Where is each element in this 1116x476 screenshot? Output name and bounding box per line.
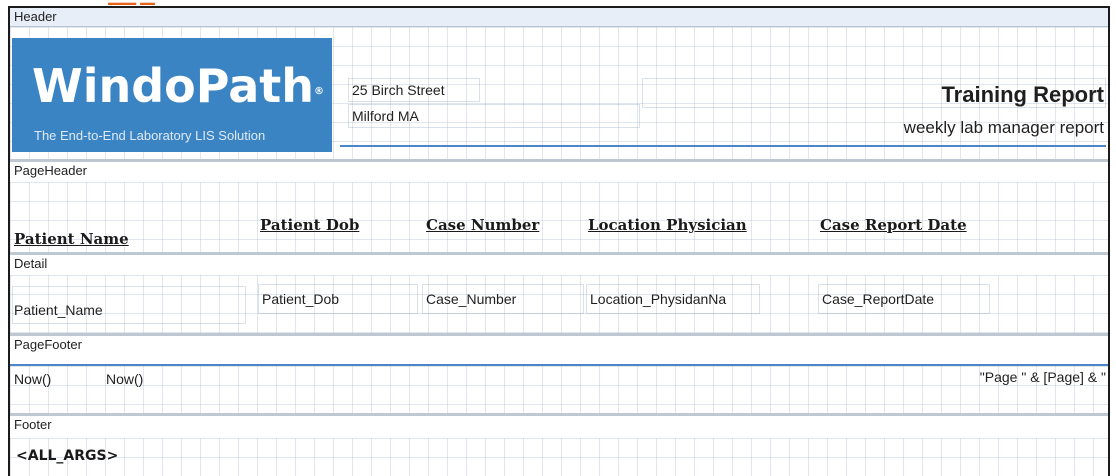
section-label-header: Header: [14, 9, 57, 24]
address-line2: Milford MA: [352, 108, 419, 124]
top-orange-fragment: ▂▂ ▂: [108, 0, 172, 5]
section-bar-footer[interactable]: Footer: [10, 416, 1108, 434]
section-label-pageheader: PageHeader: [14, 163, 87, 178]
field-page-number-expression[interactable]: "Page " & [Page] & ": [980, 369, 1106, 385]
section-bar-detail[interactable]: Detail: [10, 255, 1108, 273]
report-designer-surface: Header WindoPath® The End-to-End Laborat…: [8, 6, 1110, 476]
section-label-detail: Detail: [14, 256, 48, 271]
section-label-pagefooter: PageFooter: [14, 337, 82, 352]
windopath-logo[interactable]: WindoPath® The End-to-End Laboratory LIS…: [12, 38, 332, 152]
column-header-case-report-date[interactable]: Case Report Date: [820, 216, 967, 234]
logo-tagline: The End-to-End Laboratory LIS Solution: [34, 128, 266, 143]
column-header-case-number[interactable]: Case Number: [426, 216, 539, 234]
column-header-patient-name[interactable]: Patient Name: [14, 230, 129, 248]
field-patient-dob[interactable]: Patient_Dob: [262, 291, 339, 307]
header-rule: [340, 145, 1106, 147]
field-case-number[interactable]: Case_Number: [426, 291, 516, 307]
footer-band[interactable]: [10, 438, 1108, 476]
section-label-footer: Footer: [14, 417, 52, 432]
report-title: Training Report: [941, 82, 1104, 107]
section-bar-pageheader[interactable]: PageHeader: [10, 162, 1108, 180]
logo-wordmark: WindoPath®: [32, 59, 325, 113]
section-bar-pagefooter[interactable]: PageFooter: [10, 336, 1108, 354]
column-header-patient-dob[interactable]: Patient Dob: [260, 216, 359, 234]
pagefooter-band[interactable]: [10, 366, 1108, 413]
report-subtitle: weekly lab manager report: [903, 118, 1104, 137]
field-case-report-date[interactable]: Case_ReportDate: [822, 291, 934, 307]
field-now-1[interactable]: Now(): [14, 371, 51, 387]
field-location-physician[interactable]: Location_PhysidanNa: [590, 291, 726, 307]
section-bar-header[interactable]: Header: [10, 8, 1108, 27]
field-now-2[interactable]: Now(): [106, 371, 143, 387]
field-patient-name[interactable]: Patient_Name: [14, 302, 103, 318]
address-line1: 25 Birch Street: [352, 82, 445, 98]
column-header-location-physician[interactable]: Location Physician: [588, 216, 747, 234]
